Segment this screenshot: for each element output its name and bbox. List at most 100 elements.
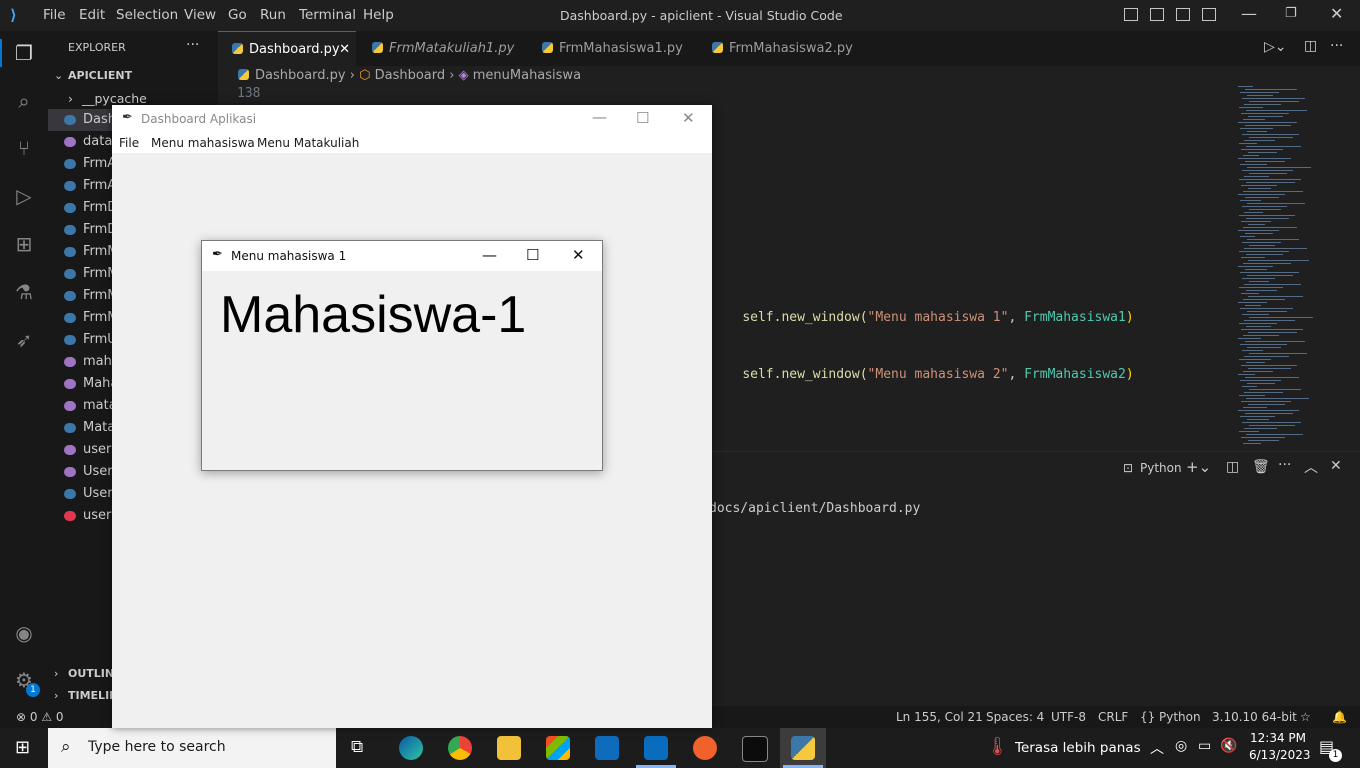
encoding[interactable]: UTF-8 <box>1051 710 1086 724</box>
more-actions-icon[interactable]: ··· <box>186 37 199 53</box>
menu-help[interactable]: Help <box>363 7 394 23</box>
menu-terminal[interactable]: Terminal <box>299 7 356 23</box>
feedback-icon[interactable]: ☆ <box>1300 710 1311 724</box>
new-terminal-icon[interactable]: +⌄ <box>1186 458 1211 476</box>
line-ending[interactable]: CRLF <box>1098 710 1128 724</box>
tab-frmmatakuliah1[interactable]: FrmMatakuliah1.py <box>372 31 514 66</box>
task-view-icon[interactable]: ⧉ <box>351 737 363 757</box>
menu-selection[interactable]: Selection <box>116 7 178 23</box>
breadcrumb-file[interactable]: Dashboard.py <box>255 68 346 83</box>
tab-label: FrmMahasiswa2.py <box>729 41 853 56</box>
clock-time[interactable]: 12:34 PM <box>1250 731 1306 745</box>
problems-status[interactable]: ⊗ 0 ⚠ 0 <box>16 710 64 724</box>
tray-app-icon[interactable]: ◎ <box>1175 738 1187 754</box>
minimap-line <box>1245 377 1299 378</box>
tab-dashboard[interactable]: Dashboard.py ✕ <box>218 31 356 66</box>
maximize-panel-icon[interactable]: ︿ <box>1304 457 1318 477</box>
tab-frmmahasiswa2[interactable]: FrmMahasiswa2.py <box>712 31 853 66</box>
minimap[interactable] <box>1238 86 1328 456</box>
minimap-line <box>1241 113 1289 114</box>
minimize-icon[interactable]: — <box>482 246 497 264</box>
close-icon[interactable]: ✕ <box>1330 4 1343 23</box>
mahasiswa-window: ✒ Menu mahasiswa 1 — ☐ ✕ Mahasiswa-1 <box>201 240 603 471</box>
edge-icon[interactable] <box>399 736 423 760</box>
trash-icon[interactable]: 🗑 <box>1252 459 1270 475</box>
restore-icon[interactable]: ❐ <box>1285 6 1297 21</box>
chrome-icon[interactable] <box>448 736 472 760</box>
file-icon <box>64 510 76 521</box>
language-mode[interactable]: Python <box>1159 710 1201 724</box>
code-line-window1[interactable]: self.new_window("Menu mahasiswa 1", FrmM… <box>711 295 1133 340</box>
minimap-line <box>1244 320 1295 321</box>
python-interpreter[interactable]: 3.10.10 64-bit <box>1212 710 1297 724</box>
mahasiswa-titlebar[interactable]: ✒ Menu mahasiswa 1 — ☐ ✕ <box>202 241 602 271</box>
close-icon[interactable]: ✕ <box>682 109 695 127</box>
minimize-icon[interactable]: — <box>1241 4 1257 23</box>
panel-more-icon[interactable]: ··· <box>1278 457 1291 473</box>
file-explorer-icon[interactable] <box>497 736 521 760</box>
split-editor-icon[interactable]: ◫ <box>1304 38 1317 54</box>
testing-icon[interactable]: ⚗ <box>12 280 36 304</box>
close-panel-icon[interactable]: ✕ <box>1330 458 1342 474</box>
windows-start-icon[interactable]: ⊞ <box>15 737 30 758</box>
code-line-window2[interactable]: self.new_window("Menu mahasiswa 2", FrmM… <box>711 352 1133 397</box>
run-file-icon[interactable]: ▷⌄ <box>1264 39 1287 55</box>
indentation[interactable]: Spaces: 4 <box>986 710 1044 724</box>
postman-icon[interactable] <box>693 736 717 760</box>
menu-mahasiswa[interactable]: Menu mahasiswa <box>151 136 255 150</box>
taskbar-search[interactable]: ⌕ Type here to search <box>48 728 336 768</box>
split-terminal-icon[interactable]: ◫ <box>1226 459 1239 475</box>
network-icon[interactable]: ▭ <box>1198 738 1211 754</box>
toggle-panel-icon[interactable] <box>1150 8 1164 21</box>
minimap-line <box>1243 191 1303 192</box>
dashboard-titlebar[interactable]: ✒ Dashboard Aplikasi — ☐ ✕ <box>112 105 712 133</box>
cursor-position[interactable]: Ln 155, Col 21 <box>896 710 983 724</box>
terminal-label[interactable]: Python <box>1140 461 1182 475</box>
minimap-line <box>1244 356 1289 357</box>
maximize-icon[interactable]: ☐ <box>526 246 539 264</box>
notifications-bell-icon[interactable]: 🔔 <box>1332 710 1347 724</box>
menu-go[interactable]: Go <box>228 7 247 23</box>
cmd-icon[interactable] <box>742 736 768 762</box>
tab-frmmahasiswa1[interactable]: FrmMahasiswa1.py <box>542 31 683 66</box>
project-name[interactable]: APICLIENT <box>68 69 132 82</box>
explorer-icon[interactable]: ❐ <box>12 41 36 65</box>
maximize-icon[interactable]: ☐ <box>636 109 649 127</box>
close-icon[interactable]: ✕ <box>572 246 585 264</box>
account-icon[interactable]: ◉ <box>12 621 36 645</box>
menu-run[interactable]: Run <box>260 7 286 23</box>
deploy-icon[interactable]: ➶ <box>12 328 36 352</box>
customize-layout-icon[interactable] <box>1202 8 1216 21</box>
run-debug-icon[interactable]: ▷ <box>12 184 36 208</box>
minimize-icon[interactable]: — <box>592 108 607 126</box>
vscode-taskbar-icon[interactable] <box>644 736 668 760</box>
extensions-icon[interactable]: ⊞ <box>12 232 36 256</box>
volume-muted-icon[interactable]: 🔇 <box>1220 738 1237 754</box>
code-sep: , <box>1008 367 1025 382</box>
menu-file[interactable]: File <box>43 7 66 23</box>
minimap-line <box>1243 227 1297 228</box>
file-icon <box>64 312 76 323</box>
weather-text[interactable]: Terasa lebih panas <box>1015 740 1141 756</box>
clock-date[interactable]: 6/13/2023 <box>1249 748 1311 762</box>
tray-chevron-icon[interactable]: ︿ <box>1150 738 1164 758</box>
minimap-line <box>1246 218 1289 219</box>
breadcrumb-class[interactable]: Dashboard <box>375 68 446 83</box>
folder-pycache[interactable]: __pycache__ <box>82 91 159 106</box>
menu-matakuliah[interactable]: Menu Matakuliah <box>257 136 359 150</box>
menu-edit[interactable]: Edit <box>79 7 105 23</box>
menu-view[interactable]: View <box>184 7 216 23</box>
toggle-secondary-sidebar-icon[interactable] <box>1176 8 1190 21</box>
source-control-icon[interactable]: ⑂ <box>12 136 36 160</box>
mail-icon[interactable] <box>595 736 619 760</box>
search-icon[interactable]: ⌕ <box>12 89 36 113</box>
minimap-line <box>1239 143 1257 144</box>
store-icon[interactable] <box>546 736 570 760</box>
python-taskbar-active[interactable] <box>780 728 826 768</box>
editor-more-icon[interactable]: ··· <box>1330 38 1343 54</box>
close-tab-icon[interactable]: ✕ <box>339 32 350 67</box>
toggle-sidebar-icon[interactable] <box>1124 8 1138 21</box>
breadcrumb-method[interactable]: menuMahasiswa <box>473 68 581 83</box>
menu-file[interactable]: File <box>119 136 139 150</box>
python-file-icon <box>542 42 553 53</box>
